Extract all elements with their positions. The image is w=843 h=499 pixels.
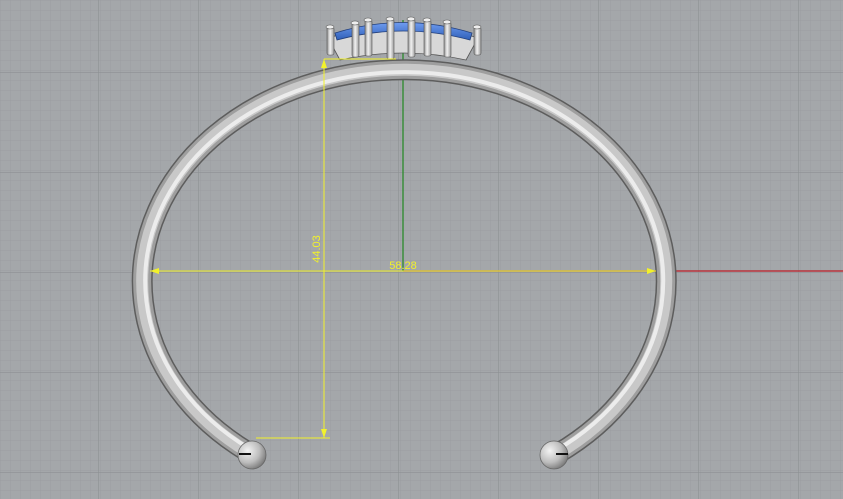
end-ball-right[interactable] [539, 440, 569, 470]
dimension-width-label: 58.28 [389, 260, 417, 272]
dimension-height-label: 44.03 [311, 235, 323, 263]
viewport-canvas[interactable]: 58.28 44.03 [0, 0, 843, 499]
end-ball-left[interactable] [237, 440, 267, 470]
rhino-viewport[interactable]: 58.28 44.03 [0, 0, 843, 499]
